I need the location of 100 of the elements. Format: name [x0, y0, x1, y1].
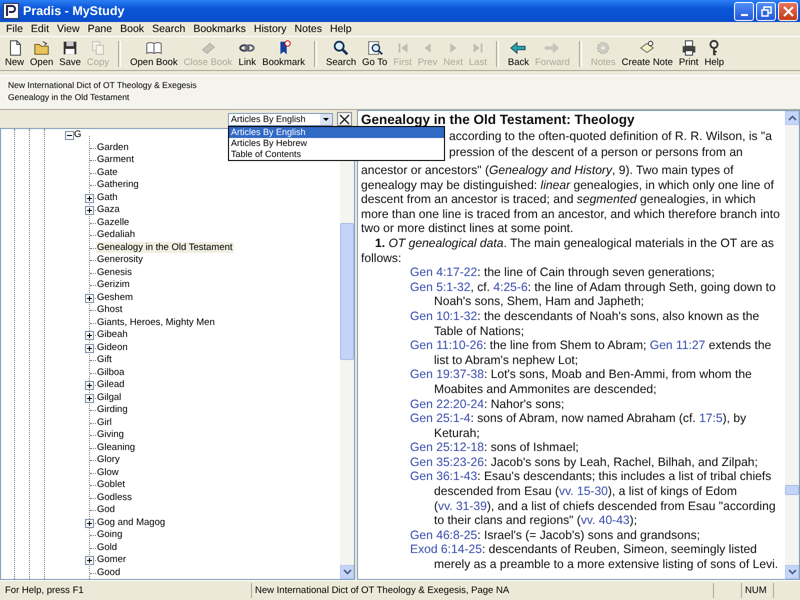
expand-icon[interactable] [85, 331, 94, 340]
tree-item[interactable]: Garden [96, 142, 130, 152]
tree-item[interactable]: Giving [96, 429, 125, 440]
tree-item[interactable]: Gath [96, 192, 119, 202]
tree-item[interactable]: Gift [96, 354, 113, 365]
dropdown-option[interactable]: Articles By English [229, 127, 444, 138]
tree-item[interactable]: Girl [96, 416, 113, 428]
tree-item[interactable]: Glow [96, 466, 120, 478]
reference-link[interactable]: Gen 36:1-43 [410, 469, 478, 484]
tree-item[interactable]: Glory [96, 454, 121, 465]
expand-icon[interactable] [85, 194, 94, 202]
tree-item[interactable]: Gaza [96, 204, 121, 215]
toolbar-button[interactable]: Open Book [128, 38, 180, 69]
expand-icon[interactable] [85, 206, 94, 215]
tree-item[interactable]: Good [96, 566, 122, 578]
menu-item[interactable]: Bookmarks [189, 23, 250, 35]
close-icon [339, 114, 350, 124]
reference-link[interactable]: Gen 11:27 [650, 338, 706, 352]
tree-item[interactable]: Goblet [96, 479, 126, 490]
toolbar-button[interactable]: New [3, 38, 26, 69]
toolbar-button[interactable]: Open [28, 38, 56, 69]
reference-link[interactable]: Gen 46:8-25 [410, 528, 478, 542]
tree-item[interactable]: Gibeah [96, 329, 129, 340]
tree-item[interactable]: Gilboa [96, 366, 126, 378]
reference-link[interactable]: Gen 11:10-26 [410, 338, 484, 352]
tree-item[interactable]: Garment [96, 154, 135, 165]
toolbar-button[interactable]: Link [236, 38, 258, 69]
toolbar-button[interactable]: Bookmark [260, 38, 308, 69]
reference-link[interactable]: Gen 25:1-4 [410, 411, 471, 426]
tree-item[interactable]: Gomer [96, 554, 128, 565]
tree-item[interactable]: Gedaliah [96, 229, 136, 240]
tree-item[interactable]: Gilgal [96, 392, 122, 402]
tree-item[interactable]: Gate [96, 166, 119, 178]
tree-item[interactable]: Gideon [96, 342, 129, 352]
expand-icon[interactable] [85, 294, 94, 302]
menu-item[interactable]: Help [326, 23, 356, 35]
toolbar-button[interactable]: Search [324, 38, 358, 69]
tree-item[interactable]: Geshem [96, 292, 134, 302]
scroll-thumb[interactable] [340, 223, 354, 360]
toolbar-button[interactable]: Save [57, 38, 83, 69]
tree-item[interactable]: Gazelle [96, 216, 130, 228]
reference-link[interactable]: vv. 40-43 [580, 513, 630, 528]
reference-link[interactable]: Gen 10:1-32 [410, 308, 478, 323]
close-button[interactable] [337, 112, 352, 126]
menu-item[interactable]: History [250, 23, 291, 35]
minimize-button[interactable] [734, 2, 754, 20]
menu-item[interactable]: Book [116, 23, 148, 35]
reference-link[interactable]: Gen 4:17-22 [410, 265, 478, 280]
tree-item[interactable]: Generosity [96, 254, 144, 265]
scrollbar[interactable] [785, 111, 799, 579]
menu-item[interactable]: Search [148, 23, 190, 35]
tree-item[interactable]: Going [96, 529, 124, 540]
toolbar-button[interactable]: Go To [360, 38, 390, 69]
toolbar-button[interactable]: Print [676, 38, 700, 69]
tree-item[interactable]: Gerizim [96, 279, 131, 290]
menu-item[interactable]: Pane [84, 23, 116, 35]
reference-link[interactable]: Exod 6:14-25 [410, 542, 482, 556]
expand-icon[interactable] [85, 344, 94, 352]
restore-button[interactable] [756, 2, 776, 20]
toolbar-button[interactable]: Back [506, 38, 531, 69]
tree-item[interactable]: God [96, 504, 116, 515]
view-dropdown[interactable]: Articles By English [228, 112, 333, 126]
reference-link[interactable]: Gen 35:23-26 [410, 454, 484, 469]
expand-icon[interactable] [85, 556, 94, 565]
tree-item[interactable]: Giants, Heroes, Mighty Men [96, 316, 216, 328]
dropdown-option[interactable]: Table of Contents [229, 149, 444, 160]
menu-item[interactable]: File [2, 23, 27, 35]
menu-item[interactable]: Notes [290, 23, 326, 35]
scroll-thumb[interactable] [785, 485, 799, 495]
menu-item[interactable]: Edit [26, 23, 54, 35]
reference-link[interactable]: 17:5 [699, 411, 723, 426]
expand-icon[interactable] [85, 518, 94, 528]
menu-item[interactable]: View [53, 23, 84, 35]
reference-link[interactable]: 4:25-6 [493, 280, 528, 294]
expand-icon[interactable] [85, 381, 94, 390]
tree-item[interactable]: Godless [96, 492, 133, 502]
tree-item[interactable]: Gog and Magog [96, 516, 166, 528]
tree-item[interactable]: G [73, 129, 82, 140]
tree-item[interactable]: Genesis [96, 266, 133, 278]
toolbar-button[interactable]: Create Note [620, 38, 675, 69]
reference-link[interactable]: Gen 22:20-24 [410, 396, 484, 410]
tree-item[interactable]: Gilead [96, 379, 126, 390]
reference-link[interactable]: Gen 5:1-32 [410, 280, 471, 294]
expand-icon[interactable] [85, 394, 94, 402]
reference-link[interactable]: vv. 15-30 [559, 484, 608, 498]
toolbar-button[interactable]: Help [702, 38, 726, 69]
scroll-down-button[interactable] [340, 565, 354, 579]
tree-item[interactable]: Genealogy in the Old Testament [96, 242, 234, 252]
reference-link[interactable]: Gen 25:12-18 [410, 440, 484, 454]
tree-item[interactable]: Gathering [96, 179, 140, 190]
tree-item[interactable]: Gold [96, 542, 118, 552]
tree-item[interactable]: Gleaning [96, 442, 136, 452]
dropdown-option[interactable]: Articles By Hebrew [229, 138, 444, 149]
reference-link[interactable]: Gen 19:37-38 [410, 367, 484, 382]
tree-item[interactable]: Girding [96, 404, 129, 415]
tree-item[interactable]: Ghost [96, 304, 124, 315]
collapse-icon[interactable] [65, 131, 74, 140]
reference-link[interactable]: vv. 31-39 [438, 498, 487, 513]
scroll-up-button[interactable] [785, 111, 799, 125]
scroll-down-button[interactable] [785, 565, 799, 579]
